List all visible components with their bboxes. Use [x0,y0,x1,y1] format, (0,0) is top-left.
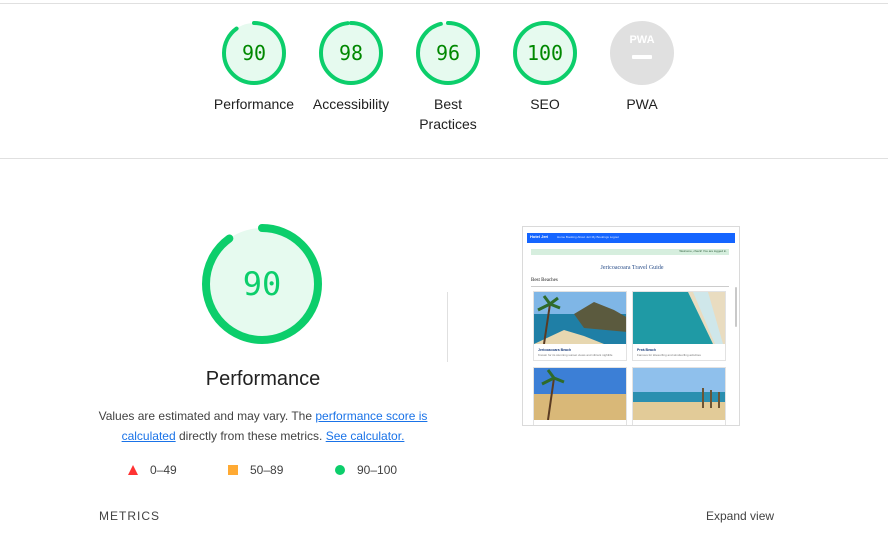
legend-range: 90–100 [357,463,398,477]
pwa-badge-text: PWA [629,34,654,46]
gauge-score: 96 [436,41,460,65]
final-screenshot[interactable]: Hotel Jeri Home Booking About Jeri My Bo… [522,226,740,426]
legend-fail: 0–49 [128,463,177,477]
gauge-best-practices[interactable]: 96 Best Practices [393,20,503,134]
preview-rule [531,286,729,287]
beach-photo-icon [633,368,725,420]
preview-alert-text: Welcome, check! You are logged in. [679,249,727,253]
triangle-icon [128,465,138,475]
preview-card-text: Famous for kitesurfing and windsurfing a… [637,353,701,357]
legend-average: 50–89 [228,463,283,477]
legend-range: 0–49 [150,463,177,477]
gauge-ring: 90 [222,21,286,85]
beach-photo-icon [534,368,626,420]
preview-title: Jericoacoara Travel Guide [600,265,664,271]
preview-card-title: Preá Beach [637,348,657,352]
gauge-ring: 98 [319,21,383,85]
gauge-performance[interactable]: 90 Performance [199,20,309,114]
preview-nav-links: Home Booking About Jeri My Bookings Logo… [557,235,619,239]
metrics-heading: METRICS [99,509,160,523]
gauge-score: 98 [339,41,363,65]
gauge-label: Accessibility [312,96,390,112]
preview-card: Preá Beach Famous for kitesurfing and wi… [632,291,726,361]
gauge-score: 100 [527,41,563,65]
performance-gauge: 90 [202,224,322,344]
circle-icon [335,465,345,475]
gauge-label: PWA [626,96,658,112]
preview-card-text: Known for its stunning sunset views and … [538,353,613,357]
gauge-seo[interactable]: 100 SEO [490,20,600,114]
square-icon [228,465,238,475]
gauge-score: 90 [242,41,266,65]
preview-alert: Welcome, check! You are logged in. [531,249,729,255]
beach-photo-icon [633,292,725,344]
expand-view-button[interactable]: Expand view [706,509,774,523]
gauge-pwa[interactable]: PWA PWA [587,20,697,114]
preview-scrollbar [735,287,737,327]
gauge-label: SEO [530,96,560,112]
preview-navbar: Hotel Jeri Home Booking About Jeri My Bo… [527,233,735,243]
preview-card [632,367,726,425]
gauge-ring: 100 [513,21,577,85]
gauge-accessibility[interactable]: 98 Accessibility [296,20,406,114]
preview-brand: Hotel Jeri [530,234,549,239]
see-calculator-link[interactable]: See calculator. [326,429,405,443]
desc-middle: directly from these metrics. [175,429,326,443]
vertical-separator [447,292,448,362]
performance-title: Performance [205,368,321,390]
pwa-badge-icon: PWA [610,21,674,85]
gauge-ring: 96 [416,21,480,85]
performance-score: 90 [243,265,282,303]
preview-card [533,367,627,425]
desc-prefix: Values are estimated and may vary. The [98,409,316,423]
gauge-label: Performance [213,96,295,112]
beach-photo-icon [534,292,626,344]
performance-description: Values are estimated and may vary. The p… [96,406,430,446]
gauge-label: Best Practices [419,96,477,132]
legend-pass: 90–100 [335,463,397,477]
preview-section-heading: Best Beaches [531,278,558,283]
section-divider [0,158,888,159]
legend-range: 50–89 [250,463,284,477]
category-gauges: 90 Performance 98 Accessibility 96 Best … [0,0,888,160]
preview-card: Jericoacoara Beach Known for its stunnin… [533,291,627,361]
preview-card-title: Jericoacoara Beach [538,348,572,352]
